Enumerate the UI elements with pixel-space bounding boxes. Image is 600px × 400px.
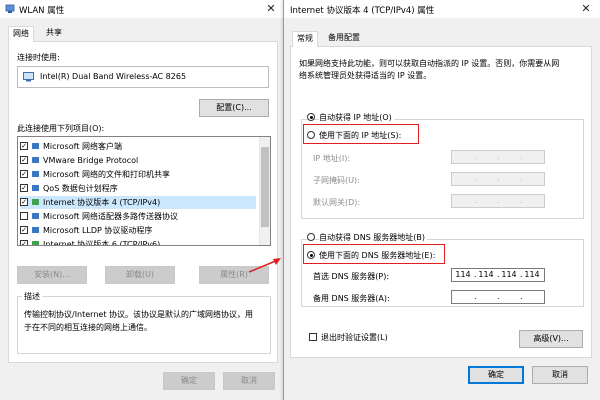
- network-component-icon: [32, 185, 39, 191]
- preferred-dns-field[interactable]: 114 . 114 . 114 . 114: [451, 268, 545, 282]
- preferred-dns-octet-3: 114: [501, 270, 517, 279]
- red-arrow-annotation: [248, 258, 281, 273]
- item-label: Internet 协议版本 4 (TCP/IPv4): [43, 198, 161, 207]
- description-group: 描述 传输控制协议/Internet 协议。该协议是默认的广域网络协议，用 于在…: [17, 291, 271, 354]
- wlan-close-icon[interactable]: ✕: [261, 0, 281, 18]
- wlan-cancel-button[interactable]: 取消: [223, 372, 275, 390]
- intro-text-line2: 络系统管理员处获得适当的 IP 设置。: [299, 71, 432, 80]
- subnet-label: 子网掩码(U):: [313, 176, 360, 185]
- network-adapter-icon: [5, 4, 15, 13]
- uninstall-button[interactable]: 卸载(U): [105, 266, 175, 284]
- wlan-ok-button[interactable]: 确定: [163, 372, 215, 390]
- auto-dns-label[interactable]: 自动获得 DNS 服务器地址(B): [319, 232, 428, 243]
- items-list[interactable]: ✓ Microsoft 网络客户端 ✓ VMware Bridge Protocol ✓…: [17, 136, 271, 246]
- network-component-icon: [32, 143, 39, 149]
- item-checkbox[interactable]: ✓: [20, 198, 28, 206]
- install-button[interactable]: 安装(N)...: [17, 266, 87, 284]
- items-label: 此连接使用下列项目(O):: [17, 124, 105, 133]
- item-label: Microsoft LLDP 协议驱动程序: [43, 226, 153, 235]
- item-checkbox[interactable]: ✓: [20, 240, 28, 245]
- tab-network[interactable]: 网络: [8, 26, 34, 42]
- manual-ip-highlight: [303, 124, 419, 144]
- ipv4-properties-window: Internet 协议版本 4 (TCP/IPv4) 属性 ✕ 常规 备用配置 …: [283, 0, 600, 400]
- gateway-label: 默认网关(D):: [313, 198, 361, 207]
- manual-dns-highlight: [303, 244, 445, 264]
- adapter-box: Intel(R) Dual Band Wireless-AC 8265: [17, 66, 269, 88]
- item-label: QoS 数据包计划程序: [43, 184, 118, 193]
- wlan-network-panel: 连接时使用: Intel(R) Dual Band Wireless-AC 82…: [8, 41, 278, 363]
- connect-using-label: 连接时使用:: [17, 53, 60, 62]
- preferred-dns-label: 首选 DNS 服务器(P):: [313, 272, 390, 281]
- item-label: Internet 协议版本 6 (TCP/IPv6): [43, 240, 161, 246]
- ipv4-tabbar: 常规 备用配置: [284, 31, 600, 47]
- preferred-dns-octet-2: 114: [478, 270, 494, 279]
- wlan-properties-window: WLAN 属性 ✕ 网络 共享 连接时使用: Intel(R) Dual Ban…: [0, 0, 283, 400]
- ipv4-general-panel: 如果网络支持此功能，则可以获取自动指派的 IP 设置。否则，你需要从网 络系统管…: [290, 46, 592, 358]
- item-label: VMware Bridge Protocol: [43, 156, 139, 165]
- auto-dns-radio[interactable]: [307, 233, 315, 241]
- ip-address-label: IP 地址(I):: [313, 154, 351, 163]
- ipv4-ok-button[interactable]: 确定: [468, 366, 524, 384]
- advanced-button[interactable]: 高级(V)...: [519, 330, 583, 348]
- item-label: Microsoft 网络适配器多路传送器协议: [43, 212, 178, 221]
- validate-label[interactable]: 退出时验证设置(L): [321, 332, 388, 343]
- network-component-icon: [32, 213, 39, 219]
- adapter-name: Intel(R) Dual Band Wireless-AC 8265: [40, 72, 187, 81]
- network-component-icon: [32, 157, 39, 163]
- alternate-dns-field[interactable]: ...: [451, 290, 545, 304]
- adapter-icon: [23, 72, 34, 82]
- wlan-window-title: WLAN 属性: [19, 6, 65, 16]
- item-label: Microsoft 网络的文件和打印机共享: [43, 170, 170, 179]
- list-item[interactable]: ✓ Internet 协议版本 4 (TCP/IPv4): [20, 196, 256, 209]
- item-checkbox[interactable]: [20, 212, 28, 220]
- tab-sharing[interactable]: 共享: [42, 26, 66, 41]
- configure-button[interactable]: 配置(C)...: [199, 99, 269, 117]
- wlan-tabbar: 网络 共享: [0, 26, 283, 42]
- ipv4-titlebar: Internet 协议版本 4 (TCP/IPv4) 属性 ✕: [284, 0, 600, 18]
- preferred-dns-octet-4: 114: [524, 270, 540, 279]
- ipv4-cancel-button[interactable]: 取消: [532, 366, 588, 384]
- alternate-dns-label: 备用 DNS 服务器(A):: [313, 294, 390, 303]
- items-scroll-thumb[interactable]: [261, 147, 269, 227]
- network-component-icon: [32, 199, 39, 205]
- items-scrollbar[interactable]: [259, 137, 270, 245]
- ipv4-window-title: Internet 协议版本 4 (TCP/IPv4) 属性: [290, 6, 435, 16]
- wlan-titlebar: WLAN 属性 ✕: [0, 0, 283, 18]
- intro-text-line1: 如果网络支持此功能，则可以获取自动指派的 IP 设置。否则，你需要从网: [299, 59, 560, 68]
- network-component-icon: [32, 241, 39, 245]
- description-text-line2: 于在不同的相互连接的网络上通信。: [24, 323, 152, 332]
- ipv4-close-icon[interactable]: ✕: [576, 0, 596, 18]
- item-checkbox[interactable]: ✓: [20, 156, 28, 164]
- gateway-field[interactable]: ...: [451, 194, 545, 208]
- subnet-field[interactable]: ...: [451, 172, 545, 186]
- validate-checkbox[interactable]: [309, 333, 317, 341]
- tab-general[interactable]: 常规: [292, 31, 318, 47]
- description-label: 描述: [22, 291, 42, 302]
- item-checkbox[interactable]: ✓: [20, 184, 28, 192]
- network-component-icon: [32, 171, 39, 177]
- ip-address-field[interactable]: ...: [451, 150, 545, 164]
- network-component-icon: [32, 227, 39, 233]
- item-label: Microsoft 网络客户端: [43, 142, 122, 151]
- item-checkbox[interactable]: ✓: [20, 226, 28, 234]
- auto-ip-radio[interactable]: [307, 113, 315, 121]
- preferred-dns-octet-1: 114: [455, 270, 471, 279]
- auto-ip-label[interactable]: 自动获得 IP 地址(O): [319, 112, 394, 123]
- tab-alternate-config[interactable]: 备用配置: [324, 31, 364, 46]
- item-checkbox[interactable]: ✓: [20, 170, 28, 178]
- item-checkbox[interactable]: ✓: [20, 142, 28, 150]
- description-text-line1: 传输控制协议/Internet 协议。该协议是默认的广域网络协议，用: [24, 310, 254, 319]
